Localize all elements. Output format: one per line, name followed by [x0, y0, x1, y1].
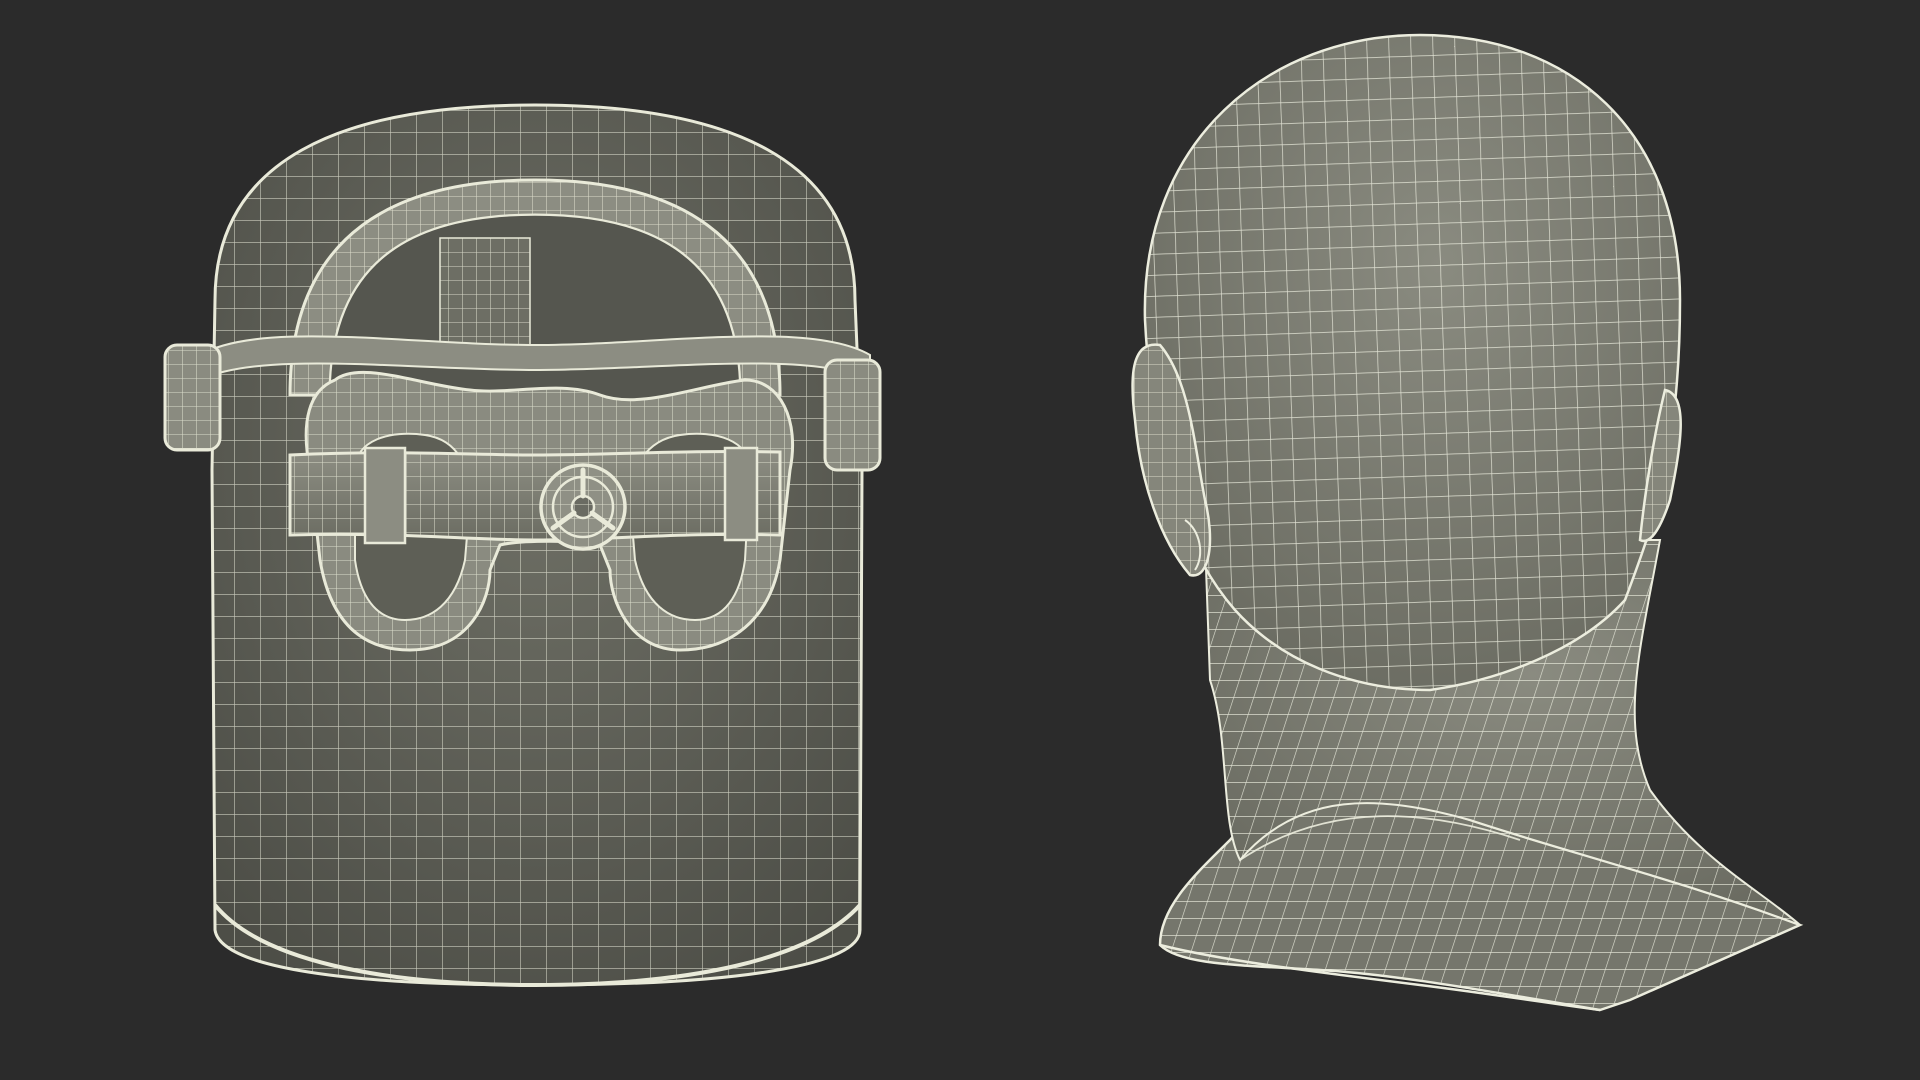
- wireframe-render: [163, 33, 1804, 1012]
- left-pivot-knob: [163, 343, 222, 452]
- goggles-strap: [288, 446, 782, 545]
- mannequin-head-model: [1131, 33, 1804, 1012]
- ratchet-knob-icon: [539, 463, 627, 551]
- right-pivot-knob: [823, 358, 882, 472]
- face-shield-model: [163, 103, 882, 988]
- render-viewport: [0, 0, 1920, 1080]
